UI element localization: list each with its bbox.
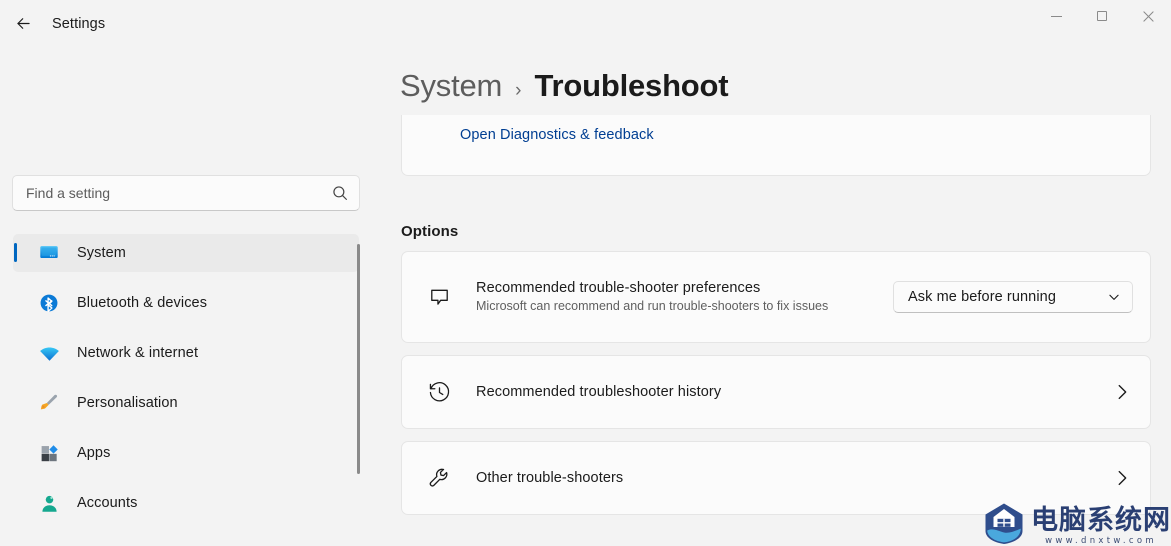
card-title: Other trouble-shooters: [476, 470, 624, 486]
search-container: [12, 175, 360, 211]
sidebar-nav: System Bluetooth & devices Network & int…: [0, 234, 372, 534]
card-text: Other trouble-shooters: [476, 470, 1111, 486]
diagnostics-card: Open Diagnostics & feedback: [401, 115, 1151, 176]
sidebar: System Bluetooth & devices: [0, 48, 372, 546]
minimize-button[interactable]: [1033, 0, 1079, 32]
recommended-troubleshooter-preferences-card: Recommended trouble-shooter preferences …: [401, 251, 1151, 343]
person-icon: [37, 491, 61, 515]
troubleshooter-preference-dropdown[interactable]: Ask me before running: [893, 281, 1133, 313]
settings-window: Settings Find a setting System Bluetooth…: [0, 0, 1171, 546]
sidebar-item-bluetooth-devices[interactable]: Bluetooth & devices: [13, 284, 359, 322]
sidebar-item-label: Network & internet: [77, 345, 199, 361]
sidebar-item-label: Bluetooth & devices: [77, 295, 208, 311]
search-icon[interactable]: [331, 184, 349, 202]
chevron-down-icon: [1109, 294, 1119, 300]
selection-indicator: [14, 243, 17, 262]
card-row: Recommended troubleshooter history: [402, 356, 1150, 428]
page-title: Troubleshoot: [534, 68, 729, 103]
close-button[interactable]: [1125, 0, 1171, 32]
title-bar: Settings: [0, 0, 1171, 48]
card-row: Other trouble-shooters: [402, 442, 1150, 514]
chevron-right-icon: ›: [515, 80, 522, 101]
card-row: Recommended trouble-shooter preferences …: [402, 252, 1150, 342]
sidebar-item-network-internet[interactable]: Network & internet: [13, 334, 359, 372]
dropdown-selected-value: Ask me before running: [908, 289, 1056, 305]
chevron-right-icon: [1118, 470, 1127, 486]
sidebar-item-label: Personalisation: [77, 395, 178, 411]
apps-icon: [37, 441, 61, 465]
card-text: Recommended troubleshooter history: [476, 384, 1111, 400]
card-text: Recommended trouble-shooter preferences …: [476, 280, 893, 315]
sidebar-item-label: System: [77, 245, 126, 261]
sidebar-item-label: Apps: [77, 445, 111, 461]
sidebar-scrollbar-thumb[interactable]: [357, 244, 360, 474]
card-subtitle: Microsoft can recommend and run trouble-…: [476, 298, 829, 313]
search-box[interactable]: [12, 175, 360, 211]
sidebar-item-label: Accounts: [77, 495, 138, 511]
maximize-icon: [1097, 11, 1107, 21]
sidebar-item-apps[interactable]: Apps: [13, 434, 359, 472]
options-section-heading: Options: [401, 223, 459, 240]
card-title: Recommended trouble-shooter preferences: [476, 279, 761, 296]
sidebar-item-personalisation[interactable]: Personalisation: [13, 384, 359, 422]
app-title: Settings: [52, 16, 106, 32]
chevron-right-icon: [1118, 384, 1127, 400]
sidebar-item-system[interactable]: System: [13, 234, 359, 272]
speech-bubble-icon: [424, 282, 454, 312]
sidebar-item-accounts[interactable]: Accounts: [13, 484, 359, 522]
back-arrow-icon: [16, 17, 30, 29]
close-icon: [1142, 10, 1154, 22]
open-diagnostics-feedback-link[interactable]: Open Diagnostics & feedback: [460, 127, 654, 143]
paintbrush-icon: [37, 391, 61, 415]
window-controls: [1033, 0, 1171, 32]
back-button[interactable]: [6, 6, 40, 40]
history-icon: [424, 377, 454, 407]
bluetooth-icon: [37, 291, 61, 315]
content-area: System › Troubleshoot Open Diagnostics &…: [372, 48, 1171, 546]
recommended-troubleshooter-history-card[interactable]: Recommended troubleshooter history: [401, 355, 1151, 429]
search-input[interactable]: [26, 185, 331, 201]
wifi-icon: [37, 341, 61, 365]
other-troubleshooters-card[interactable]: Other trouble-shooters: [401, 441, 1151, 515]
monitor-icon: [37, 241, 61, 265]
minimize-icon: [1050, 15, 1062, 17]
maximize-button[interactable]: [1079, 0, 1125, 32]
breadcrumb-root-system[interactable]: System: [400, 68, 502, 104]
card-title: Recommended troubleshooter history: [476, 384, 722, 400]
breadcrumb: System › Troubleshoot: [400, 68, 729, 104]
wrench-icon: [424, 463, 454, 493]
